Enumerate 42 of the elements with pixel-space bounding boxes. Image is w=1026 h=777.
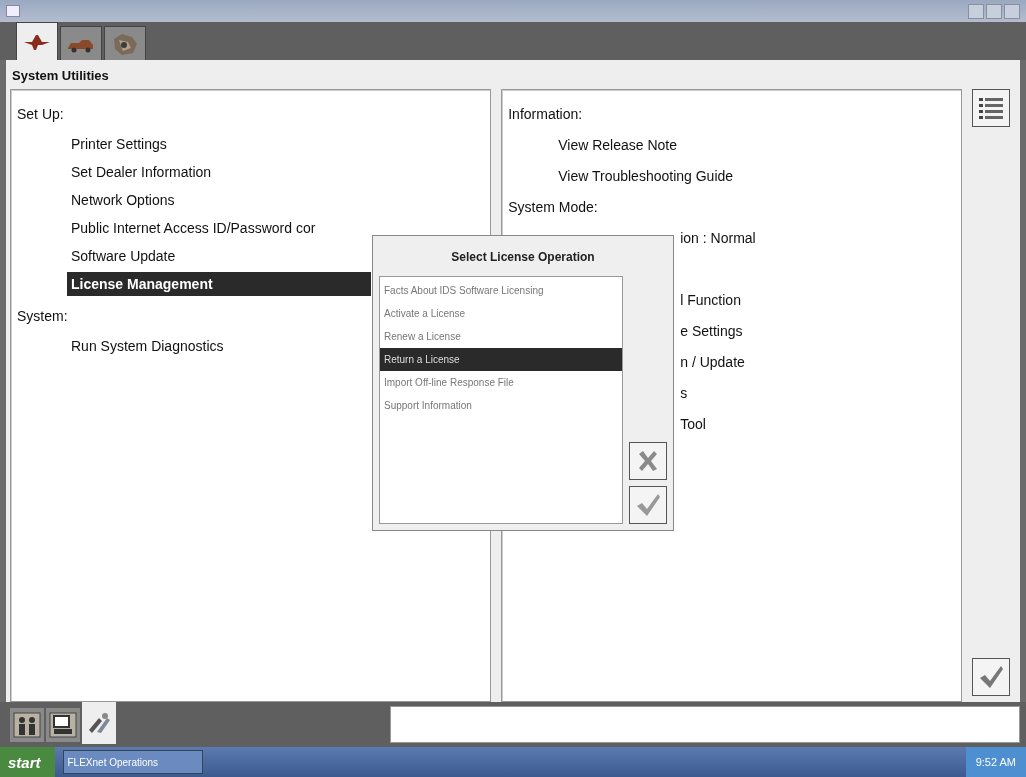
window-icon <box>6 5 20 17</box>
list-option[interactable]: Facts About IDS Software Licensing <box>380 279 622 302</box>
menu-item[interactable]: e Settings <box>680 315 743 346</box>
bottom-tab[interactable] <box>82 702 116 744</box>
list-option[interactable]: Renew a License <box>380 325 622 348</box>
clock: 9:52 AM <box>975 756 1016 768</box>
cancel-button[interactable] <box>629 442 667 480</box>
menu-item[interactable]: Set Dealer Information <box>67 160 371 184</box>
menu-item[interactable]: View Release Note <box>508 129 955 160</box>
list-option[interactable]: Return a License <box>380 348 622 371</box>
menu-item[interactable]: Run System Diagnostics <box>67 334 371 358</box>
menu-item[interactable]: View Troubleshooting Guide <box>508 160 955 191</box>
monitor-icon <box>49 711 77 738</box>
list-option[interactable]: Support Information <box>380 394 622 417</box>
menu-item[interactable]: Tool <box>680 408 706 439</box>
start-button[interactable]: start <box>0 747 55 777</box>
group-heading: System Mode: <box>508 197 598 217</box>
toolbar-tab[interactable] <box>60 26 102 60</box>
menu-item[interactable]: s <box>680 377 688 408</box>
ok-button[interactable] <box>629 486 667 524</box>
list-option[interactable]: Activate a License <box>380 302 622 325</box>
group-heading: System: <box>17 306 68 326</box>
menu-item[interactable]: Software Update <box>67 244 371 268</box>
menu-item[interactable]: Public Internet Access ID/Password cor <box>67 216 371 240</box>
group-heading: Set Up: <box>17 104 64 124</box>
bottom-tab[interactable] <box>46 707 80 742</box>
menu-item[interactable]: ion : Normal <box>680 222 756 253</box>
people-icon <box>13 711 41 738</box>
dialog-title: Select License Operation <box>450 249 596 266</box>
menu-item[interactable]: Printer Settings <box>67 132 371 156</box>
toolbar-tab[interactable] <box>104 26 146 60</box>
menu-item[interactable]: Network Options <box>67 188 371 212</box>
section-heading: System Utilities <box>11 67 110 85</box>
list-button[interactable] <box>971 89 1010 127</box>
confirm-button[interactable] <box>971 658 1010 696</box>
bottom-tab[interactable] <box>10 707 44 742</box>
menu-item[interactable]: License Management <box>67 272 371 296</box>
menu-item[interactable]: l Function <box>680 284 741 315</box>
toolbar-tab[interactable] <box>16 22 58 60</box>
group-heading: Information: <box>508 104 583 124</box>
menu-item[interactable]: n / Update <box>680 346 745 377</box>
list-option[interactable]: Import Off-line Response File <box>380 371 622 394</box>
